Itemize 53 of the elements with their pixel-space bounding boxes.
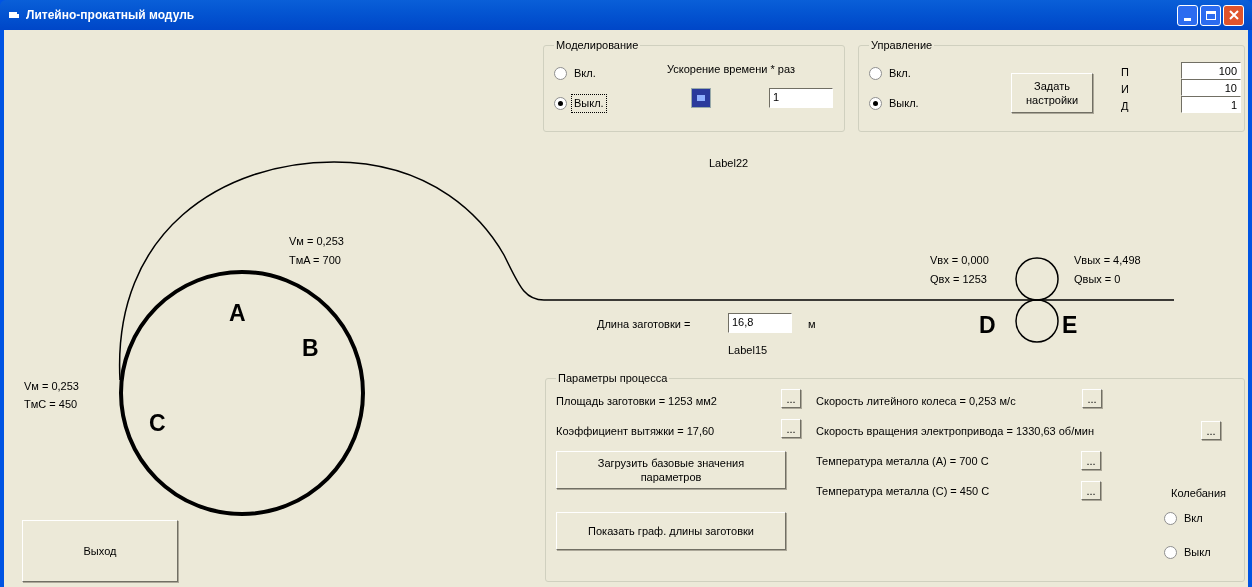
group-title: Управление (869, 38, 935, 52)
radio-label[interactable]: Вкл. (886, 64, 914, 83)
pid-label: П (1121, 65, 1129, 80)
edit-button[interactable]: ... (1081, 481, 1101, 500)
radio-label[interactable]: Вкл (1181, 509, 1206, 528)
reading-label: TмA = 700 (289, 253, 341, 268)
reading-label: Vм = 0,253 (24, 379, 79, 394)
edit-button[interactable]: ... (781, 389, 801, 408)
radio-label[interactable]: Выкл. (886, 94, 922, 113)
unit-label: м (808, 317, 816, 332)
exit-button[interactable]: Выход (22, 520, 178, 582)
parameter-label: Скорость литейного колеса = 0,253 м/с (816, 394, 1016, 409)
edit-button[interactable]: ... (1082, 389, 1102, 408)
reading-label: Vвх = 0,000 (930, 253, 989, 268)
reading-label: TмC = 450 (24, 397, 78, 412)
radio-label[interactable]: Выкл. (571, 94, 607, 113)
radio-label[interactable]: Вкл. (571, 64, 599, 83)
input-field[interactable]: 1 (769, 88, 833, 108)
status-label: Label22 (709, 156, 749, 171)
point-label: A (229, 300, 246, 326)
reading-label: Vм = 0,253 (289, 234, 344, 249)
oscillation-label: Колебания (1171, 486, 1227, 501)
graph-button[interactable]: Показать граф. длины заготовки (556, 512, 786, 550)
length-label: Длина заготовки = (597, 317, 691, 332)
load-defaults-button[interactable]: Загрузить базовые значения параметров (556, 451, 786, 489)
input-field[interactable]: 16,8 (728, 313, 792, 333)
reading-label: Qвых = 0 (1074, 272, 1121, 287)
speed-label: Ускорение времени * раз (667, 62, 795, 77)
group-title: Моделирование (554, 38, 641, 52)
input-field[interactable]: 1 (1181, 96, 1241, 113)
input-field[interactable]: 10 (1181, 79, 1241, 96)
window-title: Литейно-прокатный модуль (26, 7, 195, 24)
input-field[interactable]: 100 (1181, 62, 1241, 79)
pid-label: И (1121, 82, 1129, 97)
pid-label: Д (1121, 99, 1129, 114)
settings-button[interactable]: Задать настройки (1011, 73, 1093, 113)
point-label: B (302, 335, 319, 361)
status-label: Label15 (728, 343, 768, 358)
radio-label[interactable]: Выкл (1181, 543, 1214, 562)
parameter-label: Коэффициент вытяжки = 17,60 (556, 424, 715, 439)
edit-button[interactable]: ... (1081, 451, 1101, 470)
reading-label: Vвых = 4,498 (1074, 253, 1141, 268)
parameter-label: Температура металла (С) = 450 С (816, 484, 990, 499)
edit-button[interactable]: ... (1201, 421, 1221, 440)
point-label: D (979, 312, 996, 338)
parameter-label: Площадь заготовки = 1253 мм2 (556, 394, 717, 409)
edit-button[interactable]: ... (781, 419, 801, 438)
parameter-label: Скорость вращения электропривода = 1330,63 об/мин (816, 424, 1094, 439)
point-label: E (1062, 312, 1078, 338)
point-label: C (149, 410, 166, 436)
reading-label: Qвх = 1253 (930, 272, 987, 287)
parameter-label: Температура металла (А) = 700 С (816, 454, 989, 469)
group-title: Параметры процесса (556, 371, 670, 385)
